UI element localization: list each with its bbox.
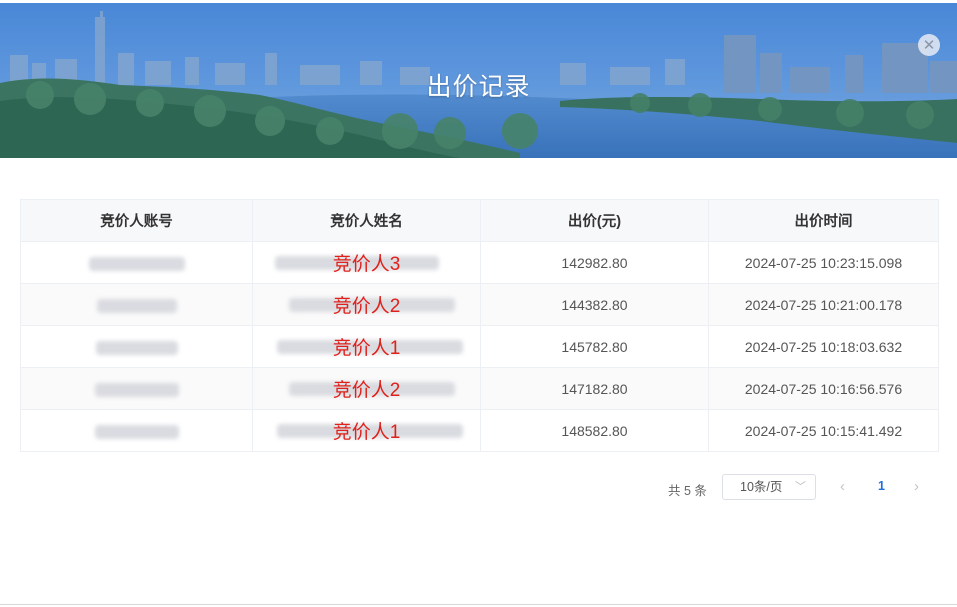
dialog-header-banner: 出价记录 ✕ xyxy=(0,3,957,158)
bid-time-cell: 2024-07-25 10:18:03.632 xyxy=(708,325,939,368)
table-row: 竞价人1 148582.80 2024-07-25 10:15:41.492 xyxy=(20,409,939,452)
bidder-account-cell-redacted xyxy=(20,325,253,368)
page-number-current[interactable]: 1 xyxy=(878,479,885,493)
bidder-name: 竞价人1 xyxy=(332,422,401,443)
chevron-left-icon[interactable]: ‹ xyxy=(840,478,845,495)
bid-records-dialog: 出价记录 ✕ 竞价人账号 竞价人姓名 出价(元) 出价时间 竞价人3 14298… xyxy=(0,3,957,527)
bidder-name-cell: 竞价人2 xyxy=(252,283,481,326)
bidder-name-cell: 竞价人1 xyxy=(252,325,481,368)
bidder-name-cell: 竞价人2 xyxy=(252,367,481,410)
dialog-title: 出价记录 xyxy=(426,73,531,101)
close-icon: ✕ xyxy=(922,36,936,54)
bidder-account-cell-redacted xyxy=(20,241,253,284)
bidder-name: 竞价人2 xyxy=(332,296,401,317)
column-header-bid-price: 出价(元) xyxy=(480,199,709,242)
bidder-name-cell: 竞价人3 xyxy=(252,241,481,284)
bidder-account-cell-redacted xyxy=(20,409,253,452)
chevron-down-icon: ﹀ xyxy=(795,481,806,493)
bid-price-cell: 148582.80 xyxy=(480,409,709,452)
bidder-name: 竞价人3 xyxy=(332,254,401,275)
bidder-account-cell-redacted xyxy=(20,367,253,410)
bidder-account-cell-redacted xyxy=(20,283,253,326)
bid-time-cell: 2024-07-25 10:15:41.492 xyxy=(708,409,939,452)
table-row: 竞价人3 142982.80 2024-07-25 10:23:15.098 xyxy=(20,241,939,284)
table-row: 竞价人2 144382.80 2024-07-25 10:21:00.178 xyxy=(20,283,939,326)
table-row: 竞价人2 147182.80 2024-07-25 10:16:56.576 xyxy=(20,367,939,410)
bid-price-cell: 142982.80 xyxy=(480,241,709,284)
close-button[interactable]: ✕ xyxy=(918,34,940,56)
table-header-row: 竞价人账号 竞价人姓名 出价(元) 出价时间 xyxy=(20,199,939,242)
column-header-bidder-name: 竞价人姓名 xyxy=(252,199,481,242)
bid-time-cell: 2024-07-25 10:23:15.098 xyxy=(708,241,939,284)
column-header-bidder-account: 竞价人账号 xyxy=(20,199,253,242)
page-size-value: 10条/页 xyxy=(740,480,783,494)
bid-price-cell: 145782.80 xyxy=(480,325,709,368)
bid-price-cell: 144382.80 xyxy=(480,283,709,326)
bidder-name: 竞价人2 xyxy=(332,380,401,401)
bid-price-cell: 147182.80 xyxy=(480,367,709,410)
chevron-right-icon[interactable]: › xyxy=(914,478,919,495)
bid-time-cell: 2024-07-25 10:21:00.178 xyxy=(708,283,939,326)
total-count: 共 5 条 xyxy=(668,484,707,498)
bidder-name-cell: 竞价人1 xyxy=(252,409,481,452)
bottom-divider xyxy=(0,604,957,605)
column-header-bid-time: 出价时间 xyxy=(708,199,939,242)
page-size-select[interactable]: 10条/页 ﹀ xyxy=(722,474,816,500)
bid-time-cell: 2024-07-25 10:16:56.576 xyxy=(708,367,939,410)
bidder-name: 竞价人1 xyxy=(332,338,401,359)
pagination: 共 5 条 10条/页 ﹀ ‹ 1 › xyxy=(0,474,957,502)
table-row: 竞价人1 145782.80 2024-07-25 10:18:03.632 xyxy=(20,325,939,368)
bid-records-table: 竞价人账号 竞价人姓名 出价(元) 出价时间 竞价人3 142982.80 20… xyxy=(20,199,939,452)
